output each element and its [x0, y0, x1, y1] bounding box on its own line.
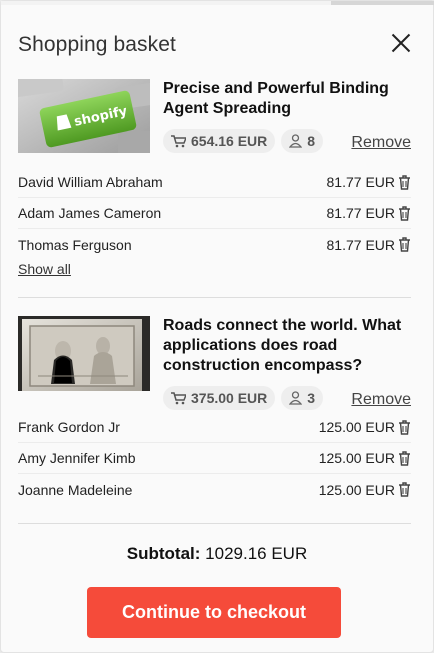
cart-icon	[171, 391, 186, 404]
trash-icon[interactable]	[398, 205, 411, 221]
basket-product: shopify Precise and Powerful Binding Age…	[18, 79, 411, 159]
contributor-row: Thomas Ferguson 81.77 EUR	[18, 229, 411, 260]
contributor-row: Joanne Madeleine 125.00 EUR	[18, 474, 411, 505]
scroll-indicator	[331, 1, 434, 5]
contributor-row: Adam James Cameron 81.77 EUR	[18, 198, 411, 229]
product-name: Precise and Powerful Binding Agent Sprea…	[163, 80, 389, 117]
shopping-basket-panel: Shopping basket shopify Precise and Powe…	[0, 0, 434, 653]
contributor-row: Amy Jennifer Kimb 125.00 EUR	[18, 443, 411, 474]
basket-header: Shopping basket	[18, 33, 416, 61]
participants-chip: 8	[281, 129, 324, 153]
user-icon	[289, 134, 303, 148]
contributor-amount: 125.00 EUR	[318, 419, 395, 435]
product-name: Roads connect the world. What applicatio…	[163, 317, 402, 374]
trash-icon[interactable]	[398, 450, 411, 466]
trash-icon[interactable]	[398, 419, 411, 435]
product-meta: 654.16 EUR 8	[163, 129, 324, 153]
product-price: 654.16 EUR	[191, 133, 268, 149]
close-icon[interactable]	[391, 33, 411, 53]
price-chip: 654.16 EUR	[163, 129, 276, 153]
basket-title: Shopping basket	[18, 33, 176, 56]
subtotal-label: Subtotal:	[126, 544, 201, 563]
section-divider	[18, 523, 411, 524]
product-image: shopify	[18, 79, 150, 153]
show-all-link[interactable]: Show all	[18, 261, 71, 277]
remove-button[interactable]: Remove	[351, 134, 411, 152]
section-divider	[18, 297, 411, 298]
product-image	[18, 316, 150, 391]
continue-to-checkout-button[interactable]: Continue to checkout	[87, 587, 341, 638]
participants-count: 3	[307, 390, 316, 406]
contributor-name: David William Abraham	[18, 174, 163, 190]
product-price: 375.00 EUR	[191, 390, 268, 406]
trash-icon[interactable]	[398, 482, 411, 497]
cart-icon	[171, 134, 186, 147]
subtotal: Subtotal: 1029.16 EUR	[1, 544, 433, 564]
contributor-amount: 81.77 EUR	[326, 205, 395, 221]
trash-icon[interactable]	[398, 174, 411, 190]
contributor-row: Frank Gordon Jr 125.00 EUR	[18, 412, 411, 443]
user-icon	[289, 391, 303, 405]
basket-product: Roads connect the world. What applicatio…	[18, 316, 411, 411]
contributor-name: Thomas Ferguson	[18, 236, 132, 253]
trash-icon[interactable]	[398, 237, 411, 252]
remove-button[interactable]: Remove	[351, 391, 411, 409]
contributor-amount: 125.00 EUR	[318, 481, 395, 498]
participants-chip: 3	[281, 386, 324, 410]
price-chip: 375.00 EUR	[163, 386, 276, 410]
contributor-name: Adam James Cameron	[18, 205, 162, 221]
contributor-name: Joanne Madeleine	[18, 481, 133, 498]
contributor-row: David William Abraham 81.77 EUR	[18, 167, 411, 198]
contributor-amount: 81.77 EUR	[326, 174, 395, 190]
product-meta: 375.00 EUR 3	[163, 386, 324, 410]
contributor-list: David William Abraham 81.77 EUR Adam Jam…	[18, 167, 411, 260]
participants-count: 8	[307, 133, 316, 149]
contributor-amount: 125.00 EUR	[318, 450, 395, 466]
contributor-list: Frank Gordon Jr 125.00 EUR Amy Jennifer …	[18, 412, 411, 505]
contributor-name: Amy Jennifer Kimb	[18, 450, 136, 466]
subtotal-value: 1029.16 EUR	[205, 544, 308, 563]
contributor-amount: 81.77 EUR	[326, 236, 395, 253]
contributor-name: Frank Gordon Jr	[18, 419, 120, 435]
